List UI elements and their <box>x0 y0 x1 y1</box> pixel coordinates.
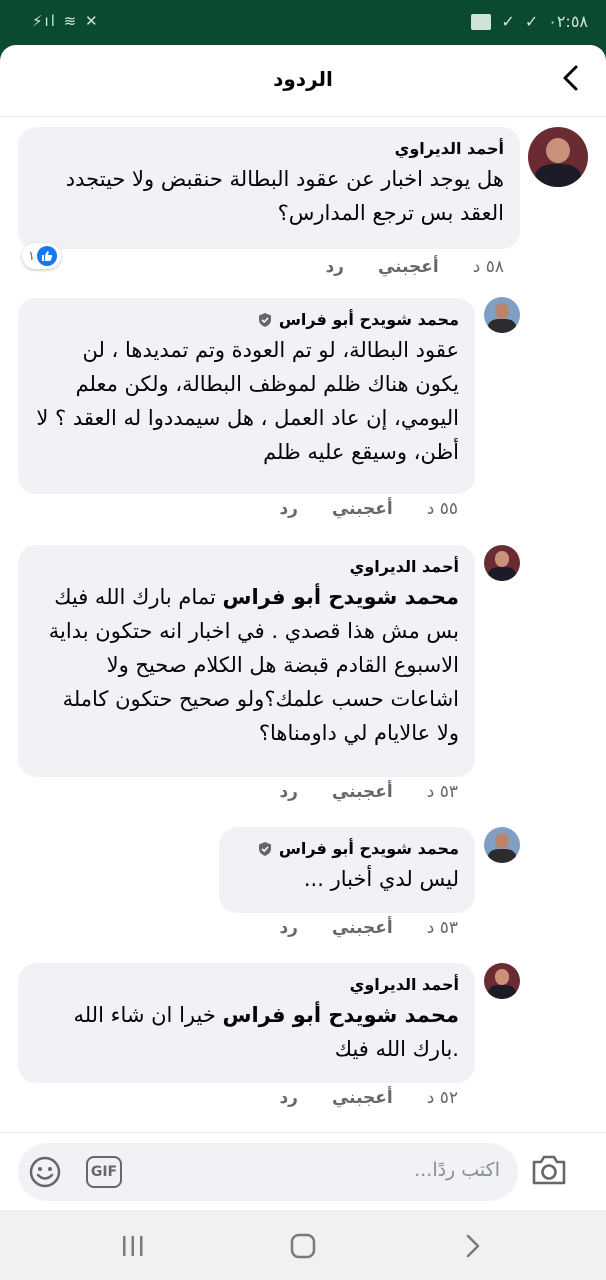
avatar[interactable] <box>528 127 588 187</box>
comment-time: ٥٣ د <box>426 782 458 802</box>
mention-link[interactable]: محمد شويدح أبو فراس <box>223 585 460 609</box>
comment-author[interactable]: محمد شويدح أبو فراس <box>34 310 459 329</box>
like-button[interactable]: أعجبني <box>378 257 439 277</box>
avatar[interactable] <box>484 963 520 999</box>
like-button[interactable]: أعجبني <box>332 499 393 519</box>
like-button[interactable]: أعجبني <box>332 918 393 938</box>
smiley-icon[interactable] <box>28 1155 62 1189</box>
status-icons: ⚡ıl ≋ ✕ <box>32 12 100 30</box>
recent-apps-icon[interactable] <box>118 1232 148 1260</box>
system-nav-bar <box>0 1210 606 1280</box>
comment-author[interactable]: أحمد الديراوي <box>34 975 459 994</box>
comment-bubble: أحمد الديراوي محمد شويدح أبو فراس تمام ب… <box>18 545 475 777</box>
status-right: ✓ ✓ ٠٢:٥٨ <box>471 12 588 31</box>
comment-actions: ٥٨ د أعجبني رد <box>325 257 504 277</box>
reaction-count: ١ <box>28 248 35 264</box>
comment-author[interactable]: أحمد الديراوي <box>34 139 504 158</box>
replies-sheet: الردود أحمد الديراوي هل يوجد اخبار عن عق… <box>0 45 606 1210</box>
page-title: الردود <box>273 67 333 91</box>
comment-bubble: أحمد الديراوي هل يوجد اخبار عن عقود البط… <box>18 127 520 249</box>
status-bar: ⚡ıl ≋ ✕ ✓ ✓ ٠٢:٥٨ <box>0 0 606 45</box>
comment-bubble: محمد شويدح أبو فراس ليس لدي أخبار ... <box>219 827 475 913</box>
reply-button[interactable]: رد <box>325 257 344 277</box>
comment-text: هل يوجد اخبار عن عقود البطالة حنقبض ولا … <box>65 167 504 225</box>
back-icon[interactable] <box>458 1232 488 1260</box>
gif-button[interactable]: GIF <box>86 1156 122 1188</box>
comment-actions: ٥٣ د أعجبني رد <box>279 918 458 938</box>
verified-badge-icon <box>258 312 271 327</box>
comment-actions: ٥٣ د أعجبني رد <box>279 782 458 802</box>
comment-text: محمد شويدح أبو فراس خيرا ان شاء الله .با… <box>73 1003 460 1061</box>
camera-icon[interactable] <box>530 1153 568 1187</box>
like-icon <box>36 246 57 266</box>
verified-badge-icon <box>258 841 271 856</box>
mention-link[interactable]: محمد شويدح أبو فراس <box>223 1003 460 1027</box>
comment-bubble: محمد شويدح أبو فراس عقود البطالة، لو تم … <box>18 298 475 494</box>
comment-actions: ٥٥ د أعجبني رد <box>279 499 458 519</box>
app-notification-icon <box>471 13 492 30</box>
comment-time: ٥٥ د <box>426 499 458 519</box>
comment-text: ليس لدي أخبار ... <box>303 867 459 891</box>
like-button[interactable]: أعجبني <box>332 1088 393 1108</box>
like-button[interactable]: أعجبني <box>332 782 393 802</box>
reply-button[interactable]: رد <box>279 499 298 519</box>
avatar[interactable] <box>484 545 520 581</box>
reply-button[interactable]: رد <box>279 782 298 802</box>
chevron-left-icon[interactable] <box>558 63 584 93</box>
home-icon[interactable] <box>288 1232 318 1260</box>
reply-button[interactable]: رد <box>279 1088 298 1108</box>
header: الردود <box>0 45 606 117</box>
check-icon: ✓ <box>501 12 515 31</box>
clock: ٠٢:٥٨ <box>548 12 588 31</box>
comment-time: ٥٨ د <box>472 257 504 277</box>
comment-author[interactable]: محمد شويدح أبو فراس <box>235 839 459 858</box>
comment-actions: ٥٢ د أعجبني رد <box>279 1088 458 1108</box>
avatar[interactable] <box>484 827 520 863</box>
reply-composer: اكتب ردًا... GIF <box>0 1132 606 1210</box>
comment-time: ٥٣ د <box>426 918 458 938</box>
comment-bubble: أحمد الديراوي محمد شويدح أبو فراس خيرا ا… <box>18 963 475 1083</box>
comment-text: عقود البطالة، لو تم العودة وتم تمديدها ،… <box>36 338 459 464</box>
comment-time: ٥٢ د <box>426 1088 458 1108</box>
check-icon: ✓ <box>524 12 539 31</box>
avatar[interactable] <box>484 297 520 333</box>
reply-button[interactable]: رد <box>279 918 298 938</box>
reply-input[interactable]: اكتب ردًا... GIF <box>18 1143 518 1201</box>
reaction-badge[interactable]: ١ <box>22 243 61 269</box>
comment-author[interactable]: أحمد الديراوي <box>34 557 459 576</box>
comment-text: محمد شويدح أبو فراس تمام بارك الله فيك ب… <box>48 585 460 745</box>
reply-placeholder: اكتب ردًا... <box>414 1159 500 1181</box>
